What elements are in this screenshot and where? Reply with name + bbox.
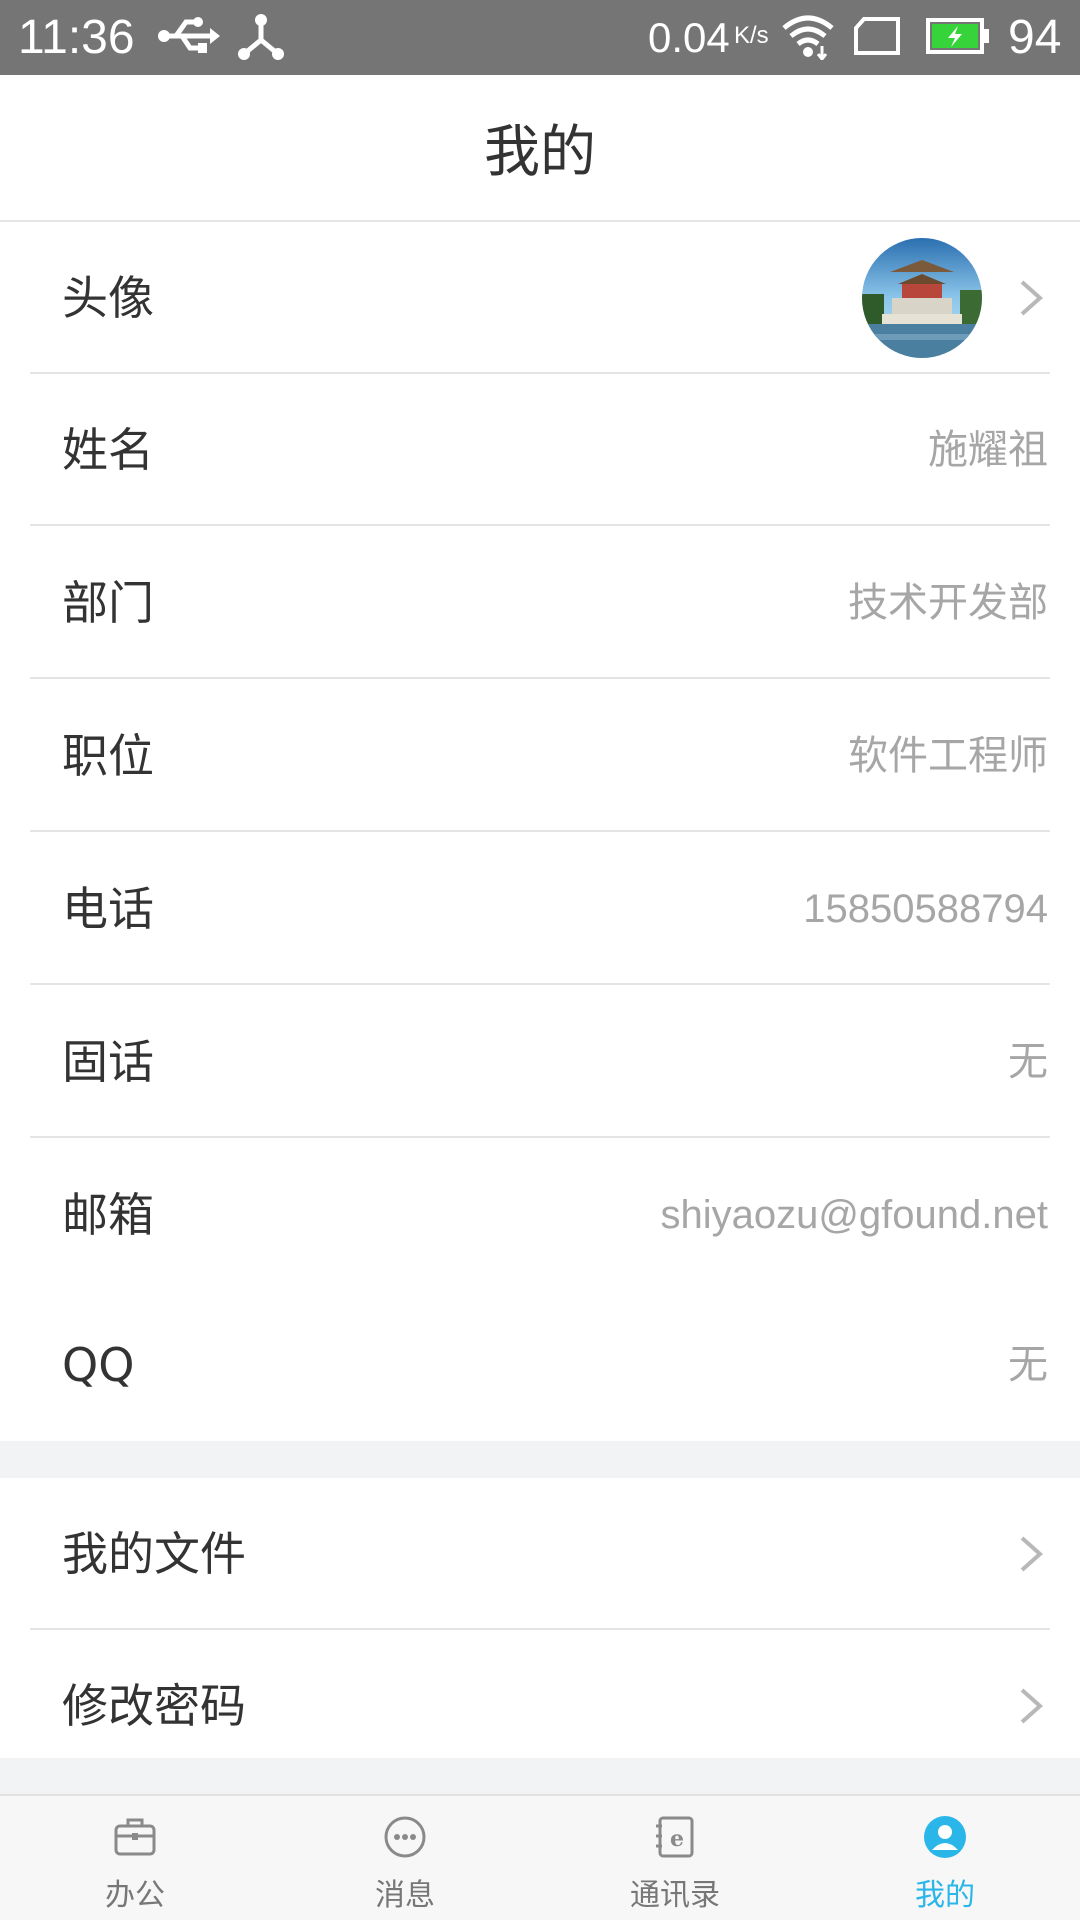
- status-bar: 11:36 0.04 K/s 94: [0, 0, 1080, 75]
- contacts-book-icon: e: [652, 1814, 698, 1860]
- nav-me[interactable]: 我的: [810, 1796, 1080, 1920]
- nav-me-label: 我的: [915, 1878, 975, 1913]
- status-time: 11:36: [18, 11, 135, 64]
- divider: [30, 983, 1050, 985]
- divider: [30, 830, 1050, 832]
- battery-icon: [926, 18, 990, 58]
- department-label: 部门: [62, 576, 154, 630]
- qq-label: QQ: [62, 1338, 135, 1392]
- change-password-row[interactable]: 修改密码: [0, 1630, 1080, 1758]
- share-icon: [236, 12, 286, 66]
- nav-messages[interactable]: 消息: [270, 1796, 540, 1920]
- chevron-right-icon: [1010, 1534, 1050, 1574]
- email-value[interactable]: shiyaozu@gfound.net: [660, 1139, 1048, 1291]
- divider: [30, 524, 1050, 526]
- nav-contacts-label: 通讯录: [630, 1878, 720, 1913]
- battery-level: 94: [1008, 11, 1062, 64]
- nav-office-label: 办公: [105, 1878, 165, 1913]
- landline-row: 固话 无: [0, 986, 1080, 1138]
- landline-label: 固话: [62, 1035, 154, 1089]
- section-gap: [0, 1441, 1080, 1478]
- chevron-right-icon: [1010, 278, 1050, 318]
- phone-label: 电话: [62, 882, 154, 936]
- department-row: 部门 技术开发部: [0, 527, 1080, 679]
- page-title: 我的: [484, 120, 596, 185]
- nav-office[interactable]: 办公: [0, 1796, 270, 1920]
- position-value: 软件工程师: [848, 734, 1048, 778]
- network-speed-unit: K/s: [734, 22, 769, 49]
- user-icon: [922, 1814, 968, 1860]
- screen: 11:36 0.04 K/s 94 我的 头像 姓名 施耀祖 部门 技术开发部 …: [0, 0, 1080, 1920]
- page-header: 我的: [0, 75, 1080, 222]
- sim-icon: [852, 16, 902, 60]
- chat-bubble-icon: [382, 1814, 428, 1860]
- section-gap: [0, 1758, 1080, 1795]
- avatar[interactable]: [862, 238, 982, 358]
- divider: [30, 1136, 1050, 1138]
- usb-icon: [156, 14, 220, 62]
- position-row: 职位 软件工程师: [0, 680, 1080, 832]
- avatar-row[interactable]: 头像: [0, 222, 1080, 374]
- nav-messages-label: 消息: [375, 1878, 435, 1913]
- divider: [30, 677, 1050, 679]
- network-speed: 0.04: [648, 14, 730, 61]
- name-value: 施耀祖: [928, 428, 1048, 472]
- phone-value[interactable]: 15850588794: [803, 833, 1048, 985]
- svg-text:e: e: [670, 1826, 684, 1852]
- name-row: 姓名 施耀祖: [0, 374, 1080, 526]
- email-label: 邮箱: [62, 1188, 154, 1242]
- qq-value: 无: [1008, 1343, 1048, 1387]
- avatar-label: 头像: [62, 271, 154, 325]
- phone-row[interactable]: 电话 15850588794: [0, 833, 1080, 985]
- email-row[interactable]: 邮箱 shiyaozu@gfound.net: [0, 1139, 1080, 1291]
- nav-contacts[interactable]: e 通讯录: [540, 1796, 810, 1920]
- department-value: 技术开发部: [848, 581, 1048, 625]
- my-files-label: 我的文件: [62, 1527, 246, 1581]
- landline-value: 无: [1008, 1040, 1048, 1084]
- position-label: 职位: [62, 729, 154, 783]
- qq-row: QQ 无: [0, 1289, 1080, 1441]
- chevron-right-icon: [1010, 1686, 1050, 1726]
- wifi-icon: [782, 14, 834, 64]
- name-label: 姓名: [62, 423, 154, 477]
- bottom-navigation: 办公 消息 e 通讯录 我的: [0, 1794, 1080, 1920]
- my-files-row[interactable]: 我的文件: [0, 1478, 1080, 1630]
- briefcase-icon: [112, 1814, 158, 1860]
